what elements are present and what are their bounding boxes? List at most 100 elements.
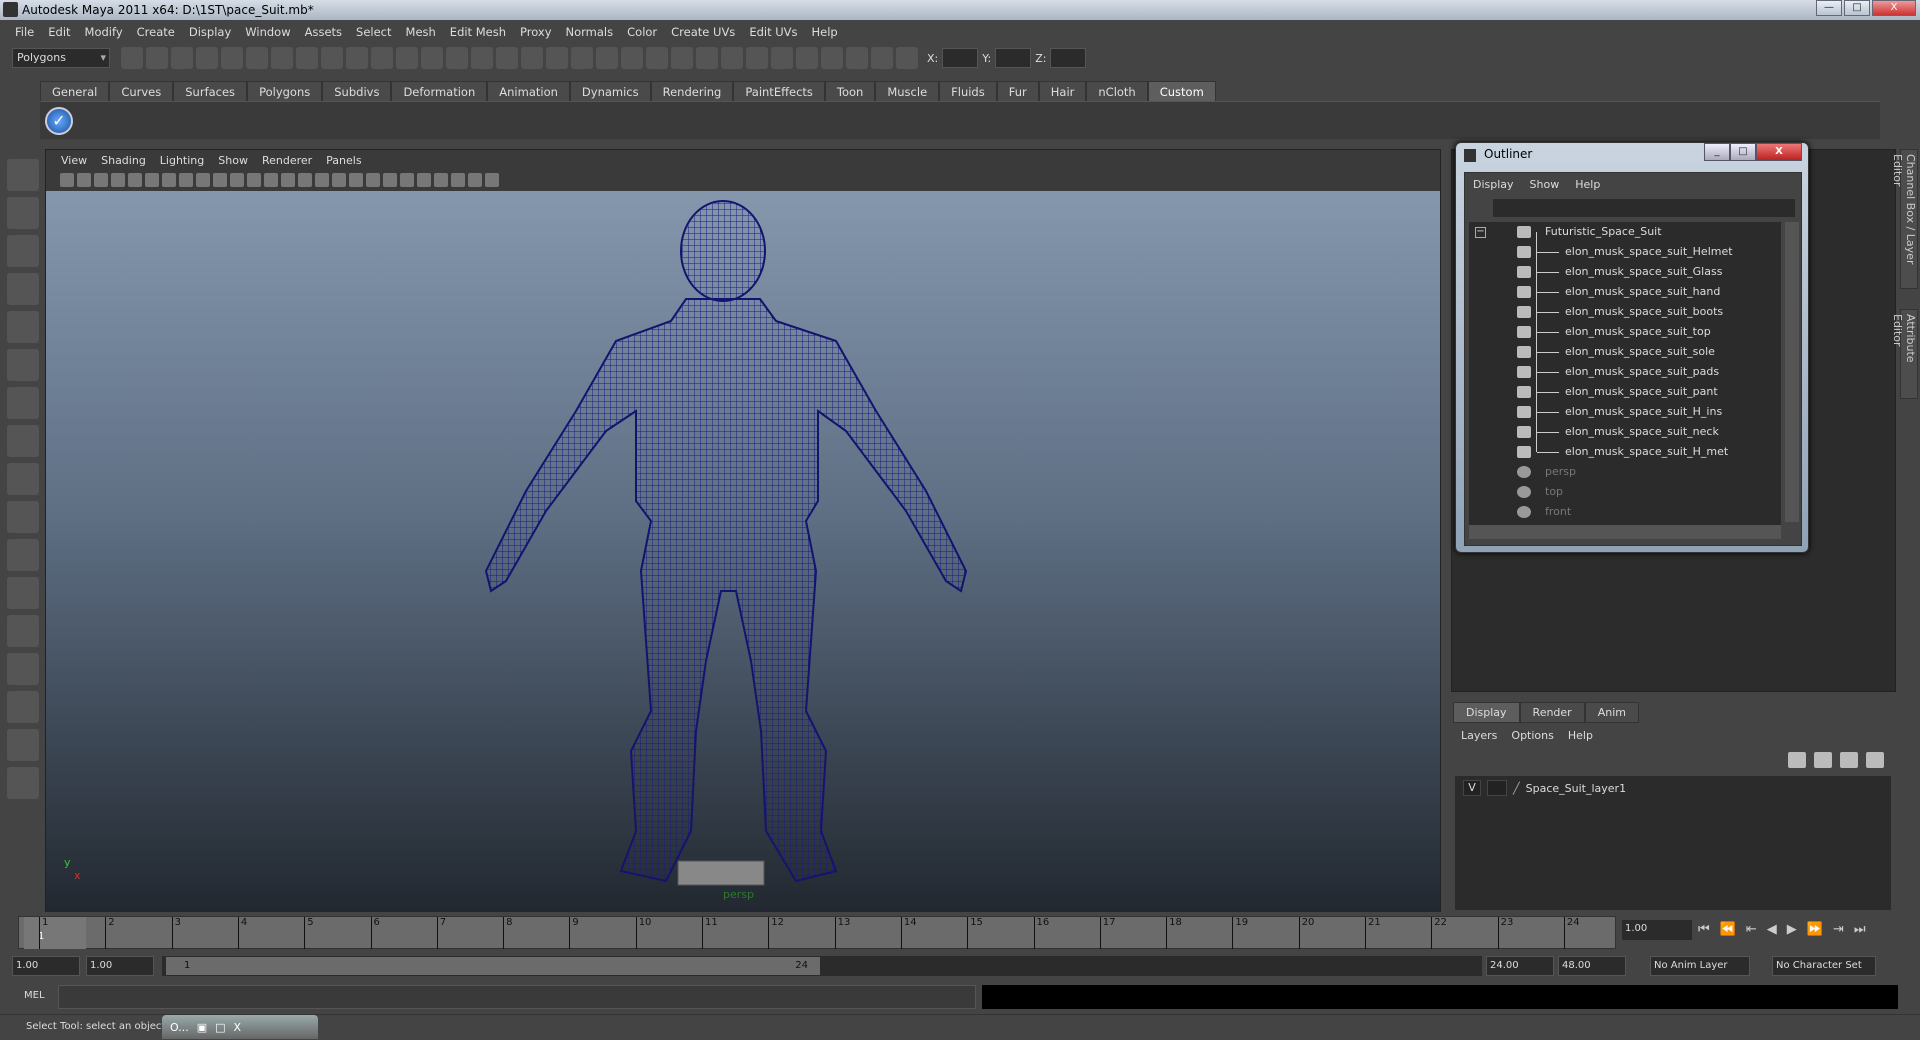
toolbar-tool-icon[interactable] — [796, 47, 818, 69]
outliner-close-button[interactable]: X — [1756, 143, 1802, 161]
layer-tab-anim[interactable]: Anim — [1584, 702, 1639, 723]
toolbar-tool-icon[interactable] — [471, 47, 493, 69]
toolbar-tool-icon[interactable] — [896, 47, 918, 69]
manipulator-tool-icon[interactable] — [7, 387, 39, 419]
outliner-item[interactable]: elon_musk_space_suit_pant — [1469, 382, 1781, 402]
toolbar-tool-icon[interactable] — [846, 47, 868, 69]
current-frame-marker[interactable]: 1 — [24, 917, 86, 949]
show-manipulator-icon[interactable] — [7, 463, 39, 495]
panel-menu-view[interactable]: View — [54, 154, 94, 167]
toolbar-tool-icon[interactable] — [421, 47, 443, 69]
toolbar-tool-icon[interactable] — [396, 47, 418, 69]
z-field[interactable] — [1050, 48, 1087, 68]
menu-select[interactable]: Select — [349, 25, 398, 39]
layer-color-swatch[interactable]: ╱ — [1513, 782, 1520, 795]
four-view-layout-icon[interactable] — [7, 577, 39, 609]
lasso-tool-icon[interactable] — [7, 197, 39, 229]
outliner-item[interactable]: elon_musk_space_suit_H_ins — [1469, 402, 1781, 422]
tab-rendering[interactable]: Rendering — [650, 81, 734, 101]
panel-toolbar-icon[interactable] — [264, 173, 278, 187]
panel-toolbar-icon[interactable] — [247, 173, 261, 187]
outliner-persp-layout-icon[interactable] — [7, 615, 39, 647]
toolbar-tool-icon[interactable] — [596, 47, 618, 69]
toolbar-tool-icon[interactable] — [746, 47, 768, 69]
playback-end-field[interactable]: 24.00 — [1486, 956, 1554, 976]
outliner-menu-show[interactable]: Show — [1530, 178, 1568, 191]
outliner-item[interactable]: elon_musk_space_suit_pads — [1469, 362, 1781, 382]
outliner-item[interactable]: elon_musk_space_suit_Glass — [1469, 262, 1781, 282]
panel-toolbar-icon[interactable] — [349, 173, 363, 187]
step-back-frame-icon[interactable]: ⇤ — [1746, 922, 1757, 937]
outliner-minimize-button[interactable]: _ — [1704, 143, 1730, 161]
viewport-scene[interactable]: y x persp — [46, 191, 1440, 912]
outliner-camera-item[interactable]: front — [1469, 502, 1781, 522]
toolbar-tool-icon[interactable] — [521, 47, 543, 69]
tab-ncloth[interactable]: nCloth — [1086, 81, 1148, 101]
end-time-field[interactable]: 48.00 — [1558, 956, 1626, 976]
menu-display[interactable]: Display — [182, 25, 238, 39]
panel-toolbar-icon[interactable] — [179, 173, 193, 187]
layer-display-type-toggle[interactable] — [1487, 780, 1507, 796]
layer-tab-display[interactable]: Display — [1453, 702, 1520, 723]
last-tool-icon[interactable] — [7, 501, 39, 533]
panel-menu-shading[interactable]: Shading — [94, 154, 153, 167]
toolbar-tool-icon[interactable] — [671, 47, 693, 69]
toolbar-tool-icon[interactable] — [221, 47, 243, 69]
toolbar-tool-icon[interactable] — [321, 47, 343, 69]
menu-file[interactable]: File — [8, 25, 41, 39]
outliner-horizontal-scrollbar[interactable] — [1469, 525, 1781, 539]
toolbar-tool-icon[interactable] — [721, 47, 743, 69]
outliner-maximize-button[interactable]: □ — [1730, 143, 1756, 161]
perspective-viewport[interactable]: View Shading Lighting Show Renderer Panels y … — [45, 149, 1441, 912]
outliner-item[interactable]: elon_musk_space_suit_neck — [1469, 422, 1781, 442]
start-time-field[interactable]: 1.00 — [12, 956, 80, 976]
anim-layer-dropdown[interactable]: No Anim Layer — [1650, 956, 1750, 976]
layer-menu-options[interactable]: Options — [1511, 729, 1553, 742]
menu-edit-mesh[interactable]: Edit Mesh — [443, 25, 513, 39]
toolbar-tool-icon[interactable] — [296, 47, 318, 69]
outliner-menu-display[interactable]: Display — [1473, 178, 1522, 191]
tab-surfaces[interactable]: Surfaces — [173, 81, 248, 101]
custom-shelf-check-icon[interactable]: ✓ — [45, 107, 73, 135]
menu-color[interactable]: Color — [620, 25, 664, 39]
layer-menu-help[interactable]: Help — [1568, 729, 1593, 742]
scale-tool-icon[interactable] — [7, 349, 39, 381]
toolbar-tool-icon[interactable] — [171, 47, 193, 69]
tab-painteffects[interactable]: PaintEffects — [733, 81, 825, 101]
panel-toolbar-icon[interactable] — [281, 173, 295, 187]
soft-mod-tool-icon[interactable] — [7, 425, 39, 457]
step-forward-key-icon[interactable]: ⏩ — [1807, 922, 1823, 937]
current-time-field[interactable]: 1.00 — [1622, 920, 1692, 940]
step-back-key-icon[interactable]: ⏪ — [1720, 922, 1736, 937]
toolbar-tool-icon[interactable] — [646, 47, 668, 69]
menu-proxy[interactable]: Proxy — [513, 25, 559, 39]
toolbar-tool-icon[interactable] — [546, 47, 568, 69]
panel-toolbar-icon[interactable] — [434, 173, 448, 187]
go-to-start-icon[interactable]: ⏮ — [1698, 922, 1710, 937]
panel-toolbar-icon[interactable] — [128, 173, 142, 187]
panel-toolbar-icon[interactable] — [366, 173, 380, 187]
task-maximize-icon[interactable]: □ — [215, 1021, 225, 1034]
create-layer-from-selected-icon[interactable] — [1866, 752, 1884, 768]
toolbar-tool-icon[interactable] — [621, 47, 643, 69]
toolbar-tool-icon[interactable] — [121, 47, 143, 69]
paint-select-tool-icon[interactable] — [7, 235, 39, 267]
panel-toolbar-icon[interactable] — [145, 173, 159, 187]
hypershade-layout-icon[interactable] — [7, 691, 39, 723]
create-empty-layer-icon[interactable] — [1840, 752, 1858, 768]
panel-toolbar-icon[interactable] — [400, 173, 414, 187]
tab-channel-box-layer-editor[interactable]: Channel Box / Layer Editor — [1891, 149, 1918, 289]
toolbar-tool-icon[interactable] — [771, 47, 793, 69]
tab-fur[interactable]: Fur — [996, 81, 1039, 101]
menu-create[interactable]: Create — [130, 25, 182, 39]
menu-create-uvs[interactable]: Create UVs — [664, 25, 742, 39]
panel-toolbar-icon[interactable] — [162, 173, 176, 187]
panel-toolbar-icon[interactable] — [332, 173, 346, 187]
tab-polygons[interactable]: Polygons — [247, 81, 323, 101]
layer-menu-layers[interactable]: Layers — [1461, 729, 1497, 742]
go-to-end-icon[interactable]: ⏭ — [1854, 922, 1866, 937]
outliner-item[interactable]: elon_musk_space_suit_top — [1469, 322, 1781, 342]
character-set-dropdown[interactable]: No Character Set — [1772, 956, 1876, 976]
menu-modify[interactable]: Modify — [78, 25, 130, 39]
tab-attribute-editor[interactable]: Attribute Editor — [1891, 309, 1918, 399]
